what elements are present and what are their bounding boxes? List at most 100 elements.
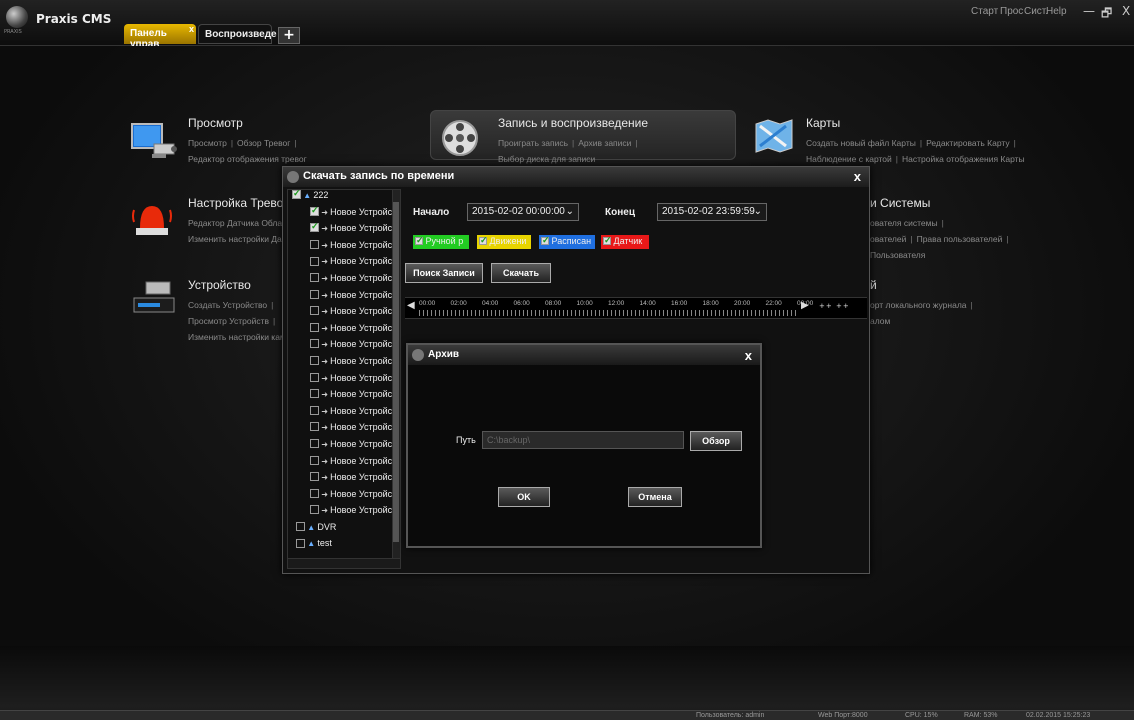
tree-item-device[interactable]: ➜ Новое Устройств xyxy=(288,373,400,390)
path-input[interactable]: C:\backup\ xyxy=(482,431,684,449)
filter-motion-checkbox[interactable] xyxy=(479,235,488,246)
tab-control-panel[interactable]: Панель управ x xyxy=(124,24,196,50)
archive-title-bar[interactable]: Архив x xyxy=(408,345,760,365)
link-system-user[interactable]: ователя системы xyxy=(870,218,938,228)
link-export-log[interactable]: орт локального журнала xyxy=(870,300,967,310)
browse-button[interactable]: Обзор xyxy=(690,431,742,451)
tree-item-test[interactable]: ▲ test xyxy=(288,538,400,555)
link-alarm-display-editor[interactable]: Редактор отображения тревог xyxy=(188,154,307,164)
tree-item-device[interactable]: ➜ Новое Устройств xyxy=(288,389,400,406)
dialog-close-icon[interactable]: x xyxy=(854,169,861,184)
tree-checkbox[interactable] xyxy=(292,190,301,200)
search-records-button[interactable]: Поиск Записи xyxy=(405,263,483,283)
filter-motion[interactable]: Движени xyxy=(477,235,531,249)
tree-checkbox[interactable] xyxy=(310,289,319,299)
tree-item-device[interactable]: ➜ Новое Устройств xyxy=(288,306,400,323)
tree-checkbox[interactable] xyxy=(310,472,319,482)
tree-checkbox[interactable] xyxy=(310,306,319,316)
end-datetime-select[interactable]: 2015-02-02 23:59:59 ⌄ xyxy=(657,203,767,221)
link-log[interactable]: алом xyxy=(870,316,890,326)
tree-scrollbar[interactable] xyxy=(392,190,400,568)
link-map-monitoring[interactable]: Наблюдение с картой xyxy=(806,154,892,164)
tree-item-device[interactable]: ➜ Новое Устройств xyxy=(288,290,400,307)
filter-sensor[interactable]: Датчик xyxy=(601,235,649,249)
tree-item-device[interactable]: ➜ Новое Устройств xyxy=(288,422,400,439)
map-icon[interactable] xyxy=(754,118,794,158)
tree-root-222[interactable]: ▲ 222 xyxy=(288,190,400,207)
timeline-left-arrow-icon[interactable]: ◀ xyxy=(407,300,415,311)
tree-checkbox[interactable] xyxy=(310,239,319,249)
tree-item-device[interactable]: ➜ Новое Устройств xyxy=(288,339,400,356)
tab-playback[interactable]: Воспроизведе xyxy=(198,24,277,44)
menu-start[interactable]: Старт xyxy=(971,6,998,17)
link-sensor-zone-editor[interactable]: Редактор Датчика Облас xyxy=(188,218,286,228)
tree-item-dvr[interactable]: ▲ DVR xyxy=(288,522,400,539)
alarm-siren-icon[interactable] xyxy=(130,198,174,242)
link-alarm-review[interactable]: Обзор Тревог xyxy=(237,138,290,148)
tree-checkbox[interactable] xyxy=(310,389,319,399)
filter-schedule-checkbox[interactable] xyxy=(541,235,550,246)
tree-item-device[interactable]: ➜ Новое Устройств xyxy=(288,221,400,240)
tree-item-device[interactable]: ➜ Новое Устройств xyxy=(288,240,400,257)
link-camera-settings[interactable]: Изменить настройки кам xyxy=(188,332,286,342)
link-select-disk[interactable]: Выбор диска для записи xyxy=(498,154,595,164)
archive-close-icon[interactable]: x xyxy=(745,348,752,363)
filter-manual[interactable]: Ручной р xyxy=(413,235,469,249)
tree-item-device[interactable]: ➜ Новое Устройств xyxy=(288,323,400,340)
download-button[interactable]: Скачать xyxy=(491,263,551,283)
tree-checkbox[interactable] xyxy=(310,205,319,216)
link-record-archive[interactable]: Архив записи xyxy=(578,138,631,148)
cancel-button[interactable]: Отмена xyxy=(628,487,682,507)
tree-checkbox[interactable] xyxy=(310,356,319,366)
link-users[interactable]: ователей xyxy=(870,234,906,244)
tree-checkbox[interactable] xyxy=(296,522,305,531)
add-tab-button[interactable]: + xyxy=(278,27,300,44)
tree-scroll-thumb[interactable] xyxy=(393,202,399,542)
tree-checkbox[interactable] xyxy=(310,256,319,266)
monitor-camera-icon[interactable] xyxy=(130,120,178,168)
tree-checkbox[interactable] xyxy=(310,221,319,233)
start-datetime-select[interactable]: 2015-02-02 00:00:00 ⌄ xyxy=(467,203,579,221)
link-play-record[interactable]: Проиграть запись xyxy=(498,138,568,148)
link-view-devices[interactable]: Просмотр Устройств xyxy=(188,316,269,326)
tree-checkbox[interactable] xyxy=(310,405,319,415)
filter-schedule[interactable]: Расписан xyxy=(539,235,595,249)
tree-item-device[interactable]: ➜ Новое Устройств xyxy=(288,456,400,473)
ok-button[interactable]: OK xyxy=(498,487,550,507)
link-user-rights[interactable]: Права пользователей xyxy=(917,234,1003,244)
tree-checkbox[interactable] xyxy=(310,488,319,498)
tree-checkbox[interactable] xyxy=(310,505,319,515)
close-window-icon[interactable]: X xyxy=(1122,4,1130,18)
tree-checkbox[interactable] xyxy=(310,322,319,332)
tree-checkbox[interactable] xyxy=(310,439,319,449)
film-reel-icon[interactable] xyxy=(440,118,480,162)
tree-checkbox[interactable] xyxy=(310,422,319,432)
link-map-display-settings[interactable]: Настройка отображения Карты xyxy=(902,154,1025,164)
tree-item-device[interactable]: ➜ Новое Устройств xyxy=(288,273,400,290)
link-user[interactable]: Пользователя xyxy=(870,250,925,260)
minimize-icon[interactable]: — xyxy=(1083,4,1095,18)
filter-manual-checkbox[interactable] xyxy=(415,235,424,246)
tree-checkbox[interactable] xyxy=(296,538,305,548)
tree-item-device[interactable]: ➜ Новое Устройств xyxy=(288,356,400,373)
tree-item-device[interactable]: ➜ Новое Устройств xyxy=(288,256,400,273)
tree-checkbox[interactable] xyxy=(310,372,319,382)
restore-icon[interactable]: 🗗 xyxy=(1101,4,1112,25)
tree-horizontal-scrollbar[interactable] xyxy=(288,558,400,568)
link-alarm-settings[interactable]: Изменить настройки Да xyxy=(188,234,282,244)
timeline-play-icon[interactable]: ▶ xyxy=(801,300,809,311)
tree-checkbox[interactable] xyxy=(310,339,319,349)
tree-item-device[interactable]: ➜ Новое Устройств xyxy=(288,205,400,224)
tree-item-device[interactable]: ➜ Новое Устройств xyxy=(288,472,400,489)
link-new-map[interactable]: Создать новый файл Карты xyxy=(806,138,916,148)
tree-checkbox[interactable] xyxy=(310,273,319,283)
link-create-device[interactable]: Создать Устройство xyxy=(188,300,267,310)
tree-item-device[interactable]: ➜ Новое Устройств xyxy=(288,439,400,456)
link-view[interactable]: Просмотр xyxy=(188,138,227,148)
tree-checkbox[interactable] xyxy=(310,455,319,465)
tree-item-device[interactable]: ➜ Новое Устройств xyxy=(288,505,400,522)
tree-item-device[interactable]: ➜ Новое Устройств xyxy=(288,406,400,423)
filter-sensor-checkbox[interactable] xyxy=(603,235,612,246)
timeline-fast-forward[interactable]: ++ ++ xyxy=(819,302,850,310)
dialog-title-bar[interactable]: Скачать запись по времени x xyxy=(283,167,869,187)
